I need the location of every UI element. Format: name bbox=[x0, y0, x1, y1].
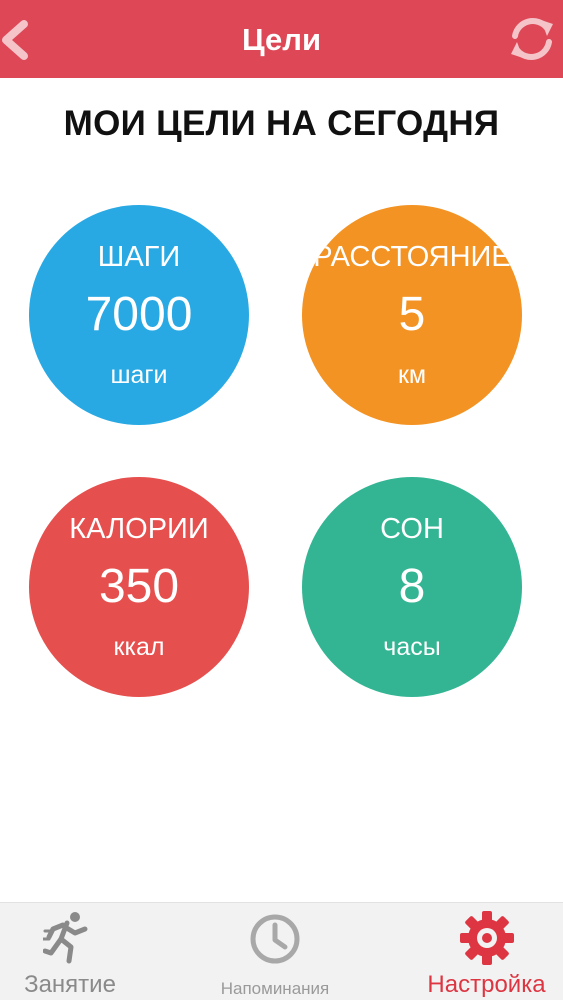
steps-goal-unit: шаги bbox=[110, 361, 168, 389]
calories-goal-value: 350 bbox=[98, 560, 180, 613]
page-heading: МОИ ЦЕЛИ НА СЕГОДНЯ bbox=[63, 104, 500, 143]
sleep-goal-unit: часы bbox=[383, 633, 441, 661]
refresh-button[interactable] bbox=[505, 12, 559, 66]
distance-goal-unit: км bbox=[397, 361, 427, 389]
distance-goal-circle[interactable]: РАССТОЯНИЕ 5 км bbox=[302, 205, 522, 425]
tab-reminders[interactable]: Напоминания bbox=[190, 903, 360, 1000]
tab-settings[interactable]: Настройка bbox=[410, 903, 563, 1000]
gear-icon bbox=[459, 911, 514, 965]
tab-reminders-label: Напоминания bbox=[220, 979, 330, 998]
clock-icon bbox=[250, 914, 300, 964]
header-title: Цели bbox=[241, 22, 321, 57]
running-person-icon bbox=[43, 912, 88, 964]
sleep-goal-circle[interactable]: СОН 8 часы bbox=[302, 477, 522, 697]
tab-activity[interactable]: Занятие bbox=[0, 903, 140, 1000]
sleep-goal-value: 8 bbox=[398, 560, 426, 613]
steps-goal-label: ШАГИ bbox=[97, 241, 181, 273]
steps-goal-value: 7000 bbox=[85, 288, 193, 341]
steps-goal-circle[interactable]: ШАГИ 7000 шаги bbox=[29, 205, 249, 425]
calories-goal-unit: ккал bbox=[113, 633, 165, 661]
bottom-tab-bar: Занятие Напоминания Настройка bbox=[0, 902, 563, 1000]
refresh-icon bbox=[511, 18, 553, 60]
calories-goal-label: КАЛОРИИ bbox=[69, 513, 209, 545]
sleep-goal-label: СОН bbox=[380, 513, 444, 545]
distance-goal-label: РАССТОЯНИЕ bbox=[313, 241, 511, 273]
calories-goal-circle[interactable]: КАЛОРИИ 350 ккал bbox=[29, 477, 249, 697]
app-header: Цели bbox=[0, 0, 563, 78]
distance-goal-value: 5 bbox=[398, 288, 426, 341]
tab-settings-label: Настройка bbox=[427, 971, 546, 998]
tab-activity-label: Занятие bbox=[24, 971, 116, 998]
